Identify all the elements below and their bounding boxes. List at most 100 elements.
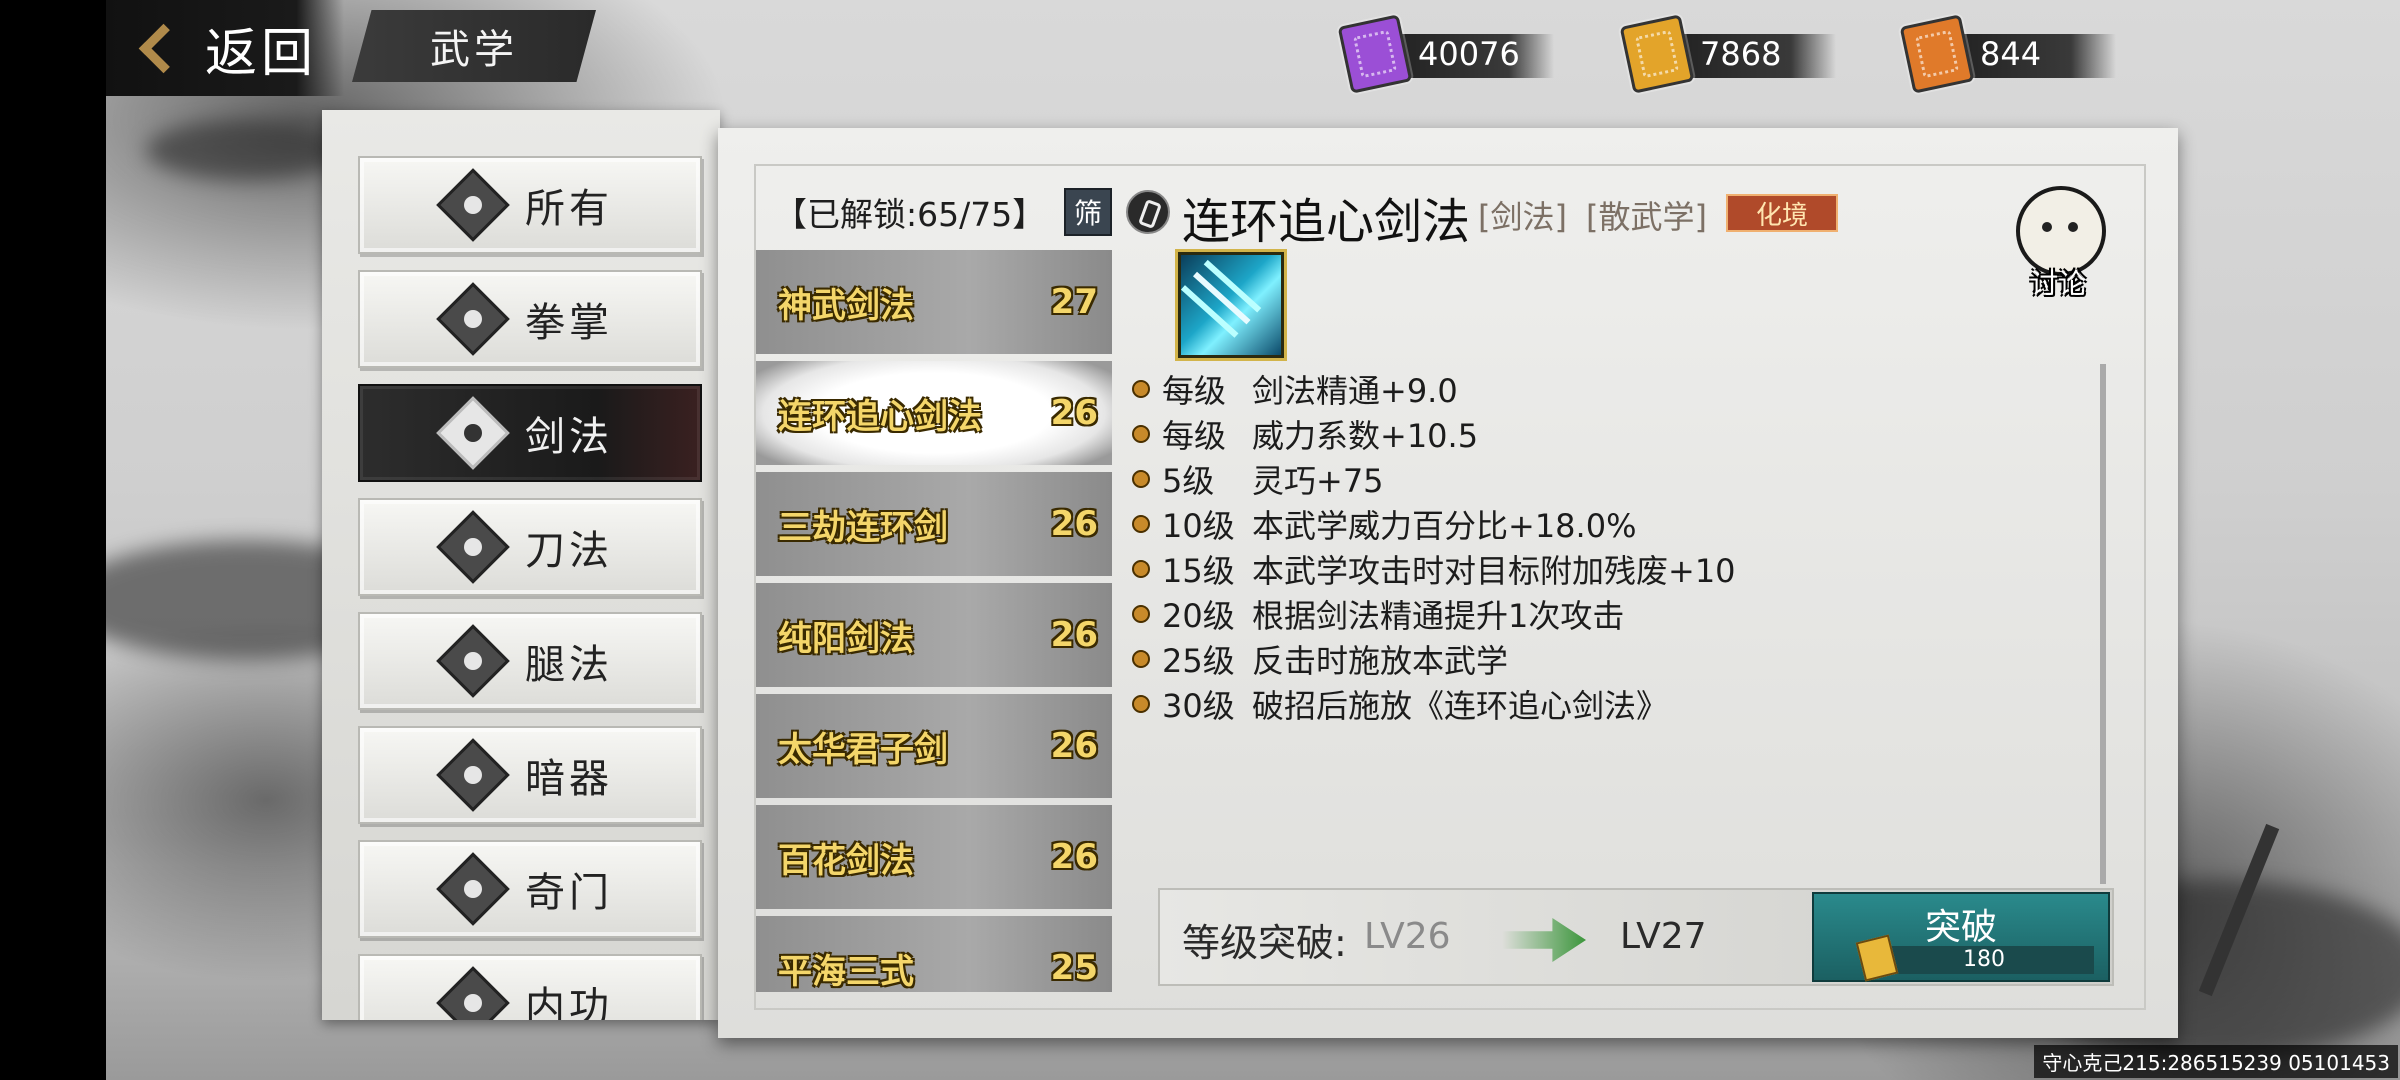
ink-branch-decoration <box>146 120 346 180</box>
effect-row: 每级 威力系数+10.5 <box>1132 411 1736 456</box>
effect-row: 30级 破招后施放《连环追心剑法》 <box>1132 681 1736 726</box>
bullet-icon <box>1132 694 1150 713</box>
effect-list: 每级 剑法精通+9.0 每级 威力系数+10.5 5级 灵巧+75 10级 本武学威力百… <box>1132 366 1736 726</box>
skill-list-item[interactable]: 三劫连环剑 26 <box>756 472 1112 576</box>
realm-badge: 化境 <box>1726 194 1838 232</box>
skill-list[interactable]: 神武剑法 27 连环追心剑法 26 三劫连环剑 26 纯阳剑法 26 太华君子剑… <box>756 250 1112 992</box>
effect-text: 威力系数+10.5 <box>1252 416 1479 455</box>
skill-list-item-selected[interactable]: 连环追心剑法 26 <box>756 361 1112 465</box>
arrow-right-icon <box>1502 918 1586 962</box>
bullet-icon <box>1132 424 1150 443</box>
category-label: 刀法 <box>525 528 613 574</box>
effect-row: 10级 本武学威力百分比+18.0% <box>1132 501 1736 546</box>
filter-label: 筛 <box>1073 197 1102 230</box>
effect-row: 5级 灵巧+75 <box>1132 456 1736 501</box>
skill-level: 25 <box>1050 948 1098 988</box>
category-hidden-weapon[interactable]: 暗器 <box>358 726 702 824</box>
category-label: 所有 <box>525 186 613 232</box>
category-panel: 所有 拳掌 剑法 刀法 腿法 暗器 奇门 内功 <box>322 110 720 1020</box>
currency-gold[interactable]: 7868 <box>1619 14 1836 94</box>
currency-value: 844 <box>1980 35 2042 73</box>
inner-power-icon <box>436 966 510 1020</box>
category-sword[interactable]: 剑法 <box>358 384 702 482</box>
effect-level: 10级 <box>1162 506 1235 545</box>
back-button[interactable]: 返回 <box>106 0 344 96</box>
skill-name: 百花剑法 <box>778 840 914 881</box>
category-fist[interactable]: 拳掌 <box>358 270 702 368</box>
skill-name: 平海三式 <box>778 951 914 992</box>
breakthrough-cost: 180 <box>1874 946 2094 974</box>
effect-text: 灵巧+75 <box>1252 461 1384 500</box>
orange-scroll-icon <box>1899 14 1975 94</box>
category-label: 拳掌 <box>525 300 613 346</box>
breakthrough-button[interactable]: 突破 180 <box>1812 892 2110 982</box>
skill-image[interactable] <box>1175 249 1287 361</box>
bullet-icon <box>1132 649 1150 668</box>
skill-school-tag: [散武学] <box>1586 198 1707 236</box>
next-level: LV27 <box>1620 916 1707 957</box>
category-all[interactable]: 所有 <box>358 156 702 254</box>
category-kick[interactable]: 腿法 <box>358 612 702 710</box>
currency-purple[interactable]: 40076 <box>1337 14 1554 94</box>
discuss-button[interactable]: 讨论 <box>2010 186 2112 300</box>
category-label: 内功 <box>525 984 613 1020</box>
skill-title: 连环追心剑法 <box>1182 194 1471 250</box>
current-level: LV26 <box>1364 916 1451 957</box>
skill-level: 26 <box>1050 726 1098 766</box>
fist-icon <box>436 282 510 356</box>
effect-text: 反击时施放本武学 <box>1252 641 1509 680</box>
realm-label: 化境 <box>1755 200 1808 231</box>
scroll-icon <box>436 852 510 926</box>
blade-icon <box>436 510 510 584</box>
currency-value: 40076 <box>1418 35 1520 73</box>
skill-level: 26 <box>1050 837 1098 877</box>
effect-level: 20级 <box>1162 596 1235 635</box>
bullet-icon <box>1132 514 1150 533</box>
bullet-icon <box>1132 604 1150 623</box>
effect-text: 剑法精通+9.0 <box>1252 371 1458 410</box>
skill-list-item[interactable]: 太华君子剑 26 <box>756 694 1112 798</box>
skill-type-tag: [剑法] <box>1478 198 1567 236</box>
currency-orange[interactable]: 844 <box>1899 14 2116 94</box>
category-qimen[interactable]: 奇门 <box>358 840 702 938</box>
effect-level: 30级 <box>1162 686 1235 725</box>
skill-level: 26 <box>1050 504 1098 544</box>
skill-name: 连环追心剑法 <box>778 396 982 437</box>
effect-row: 20级 根据剑法精通提升1次攻击 <box>1132 591 1736 636</box>
effect-level: 每级 <box>1162 416 1227 455</box>
discuss-label: 讨论 <box>2030 267 2087 300</box>
skill-level: 27 <box>1050 282 1098 322</box>
skill-list-item[interactable]: 平海三式 25 <box>756 916 1112 992</box>
effect-text: 根据剑法精通提升1次攻击 <box>1252 596 1625 635</box>
skill-name: 太华君子剑 <box>778 729 948 770</box>
effect-row: 每级 剑法精通+9.0 <box>1132 366 1736 411</box>
shuriken-icon <box>436 738 510 812</box>
effect-text: 破招后施放《连环追心剑法》 <box>1252 686 1669 725</box>
skill-list-item[interactable]: 神武剑法 27 <box>756 250 1112 354</box>
category-label: 奇门 <box>525 870 613 916</box>
skill-level: 26 <box>1050 615 1098 655</box>
all-icon <box>436 168 510 242</box>
skill-name: 纯阳剑法 <box>778 618 914 659</box>
purple-scroll-icon <box>1337 14 1413 94</box>
breakthrough-label: 等级突破: <box>1182 921 1347 965</box>
player-id: 守心克己215:286515239 05101453 <box>2034 1045 2398 1078</box>
category-label: 暗器 <box>525 756 613 802</box>
effect-scrollbar[interactable] <box>2100 364 2106 884</box>
category-label: 剑法 <box>525 414 613 460</box>
kick-icon <box>436 624 510 698</box>
martial-art-icon <box>1126 190 1170 234</box>
page-title: 武学 <box>430 27 518 73</box>
skill-list-item[interactable]: 百花剑法 26 <box>756 805 1112 909</box>
effect-level: 每级 <box>1162 371 1227 410</box>
currency-value: 7868 <box>1700 35 1782 73</box>
filter-button[interactable]: 筛 <box>1064 188 1112 236</box>
skill-list-item[interactable]: 纯阳剑法 26 <box>756 583 1112 687</box>
category-inner-power[interactable]: 内功 <box>358 954 702 1020</box>
gold-scroll-icon <box>1619 14 1695 94</box>
skill-name: 神武剑法 <box>778 285 914 326</box>
category-blade[interactable]: 刀法 <box>358 498 702 596</box>
skill-level: 26 <box>1050 393 1098 433</box>
bullet-icon <box>1132 559 1150 578</box>
effect-row: 25级 反击时施放本武学 <box>1132 636 1736 681</box>
